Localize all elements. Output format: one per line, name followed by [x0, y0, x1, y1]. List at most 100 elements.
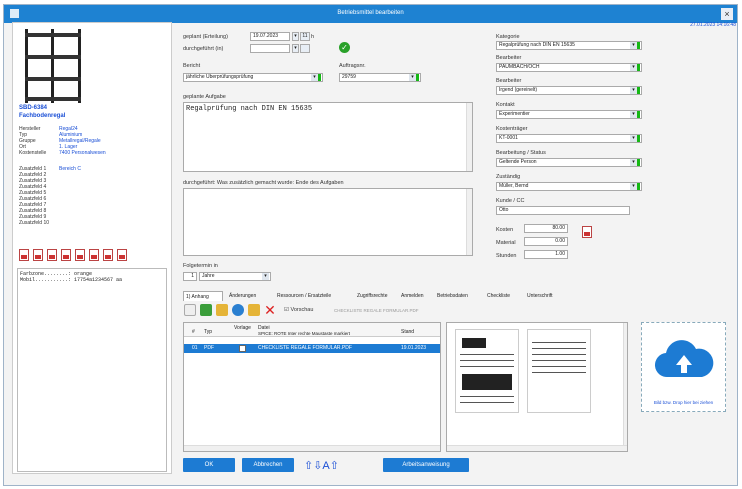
scrollbar[interactable] [466, 189, 472, 255]
kontakt-label: Kontakt [496, 102, 515, 108]
auftrag-select[interactable]: 29759 ▾ [339, 73, 421, 82]
pdf-icon[interactable] [103, 249, 113, 261]
calculator-icon[interactable] [582, 226, 592, 238]
item-name: Fachbodenregal [19, 113, 66, 119]
stunden-label: Stunden [496, 253, 517, 259]
durchgefuehrt-time-input[interactable] [300, 44, 310, 53]
col-subheader: SPICE: ROTE Inter rechte Maustaste marki… [258, 331, 351, 336]
scan-icon[interactable] [232, 304, 244, 316]
kunde-input[interactable]: Otto [496, 206, 630, 215]
material-input[interactable]: 0.00 [524, 237, 568, 246]
date-picker-button[interactable]: ▾ [292, 32, 299, 41]
prioritaet-select[interactable]: Irgend (gereinelt) ▾ [496, 86, 642, 95]
pdf-icon[interactable] [89, 249, 99, 261]
bearbeitung-select[interactable]: Geltende Person ▾ [496, 158, 642, 167]
tab-betriebsdaten[interactable]: Betriebsdaten [437, 291, 468, 301]
preview-page-1[interactable] [455, 329, 519, 413]
vorschau-checkbox[interactable]: ☑ Vorschau [284, 307, 313, 313]
kategorie-select[interactable]: Regalprüfung nach DIN EN 15635 ▾ [496, 41, 642, 50]
tab-ressourcen[interactable]: Ressourcen / Ersatzteile [277, 291, 331, 301]
geplant-date-input[interactable]: 19.07.2023 [250, 32, 290, 41]
pdf-icon[interactable] [61, 249, 71, 261]
kostentraeger-label: Kostenträger [496, 126, 528, 132]
kunde-label: Kunde / CC [496, 198, 525, 204]
tab-anmelden[interactable]: Anmelden [401, 291, 424, 301]
durchgefuehrt-date-input[interactable] [250, 44, 290, 53]
vorbehalt-select[interactable]: jährliche Überprüfungsprüfung ▾ [183, 73, 323, 82]
auftrag-label: Auftragsnr. [339, 63, 366, 69]
geplant-label: geplant (Erteilung) [183, 34, 228, 40]
timestamp: 27.01.2023 14:16:48 [690, 22, 736, 28]
drop-text: Bild bzw. Drop hier bei ziehen [653, 400, 714, 405]
intervall-label: Folgetermin in [183, 263, 218, 269]
pdf-icon[interactable] [47, 249, 57, 261]
drop-zone[interactable]: Bild bzw. Drop hier bei ziehen [641, 322, 726, 412]
kosten-label: Kosten [496, 227, 514, 233]
pdf-icon[interactable] [75, 249, 85, 261]
open-folder-icon[interactable] [248, 304, 260, 316]
upload-download-icons[interactable]: ⇧⇩A⇧ [304, 459, 339, 472]
time-unit-label: h [311, 34, 315, 40]
window-title: Betriebsmittel bearbeiten [337, 10, 404, 16]
col-typ: Typ [204, 329, 213, 335]
pdf-icon[interactable] [117, 249, 127, 261]
vorbehalt-label: Bericht [183, 63, 201, 69]
kosten-input[interactable]: 80.00 [524, 224, 568, 233]
kostentraeger-select[interactable]: KT-0001 ▾ [496, 134, 642, 143]
scrollbar[interactable] [466, 103, 472, 171]
path-hint: CHECKLISTE REGALE FORMULAR.PDF [334, 308, 419, 313]
zustaendig-select[interactable]: Müller, Bernd ▾ [496, 182, 642, 191]
cloud-upload-icon [654, 340, 714, 378]
check-ok-icon[interactable]: ✓ [339, 42, 350, 53]
ergebnis-label: durchgeführt: Was zusätzlich gemacht wur… [183, 180, 344, 186]
ergebnis-textarea[interactable] [183, 188, 473, 256]
kontakt-select[interactable]: Experimentier ▾ [496, 110, 642, 119]
zustaendig-label: Zuständig [496, 174, 521, 180]
horizontal-scrollbar[interactable] [184, 445, 440, 451]
table-header: # Typ Vorlage Datei SPICE: ROTE Inter re… [184, 323, 440, 337]
material-label: Material [496, 240, 516, 246]
aufgabe-textarea[interactable]: Regalprüfung nach DIN EN 15635 [183, 102, 473, 172]
notes-box[interactable]: Farbzone........: orange Mobil..........… [17, 268, 167, 472]
note-line: Mobil...........: 17754a1234567 aa [20, 277, 123, 283]
tab-checkliste[interactable]: Checkliste [487, 291, 510, 301]
intervall-number-input[interactable]: 1 [183, 272, 197, 281]
close-button[interactable]: × [721, 8, 733, 20]
new-file-icon[interactable] [184, 304, 196, 316]
item-image [25, 29, 81, 103]
ok-button[interactable]: OK [183, 458, 235, 472]
folder-icon[interactable] [216, 304, 228, 316]
stunden-input[interactable]: 1.00 [524, 250, 568, 259]
delete-icon[interactable]: ✕ [264, 303, 276, 317]
tab-zugriffsrechte[interactable]: Zugriffsrechte [357, 291, 387, 301]
title-bar: Betriebsmittel bearbeiten × [4, 5, 737, 23]
tab-anhang[interactable]: 1) Anhang [183, 291, 223, 301]
tab-bar: 1) Anhang Änderungen Ressourcen / Ersatz… [183, 291, 583, 301]
aufgabe-text: Regalprüfung nach DIN EN 15635 [186, 105, 313, 113]
abbrechen-button[interactable]: Abbrechen [242, 458, 294, 472]
tab-aenderungen[interactable]: Änderungen [229, 291, 256, 301]
col-stand: Stand [401, 329, 415, 335]
col-vorlage: Vorlage [234, 325, 251, 331]
durchgefuehrt-label: durchgeführt (in) [183, 46, 224, 52]
table-row[interactable]: 01 PDF CHECKLISTE REGALE FORMULAR.PDF 19… [184, 344, 440, 353]
geplant-time-input[interactable]: 11 [300, 32, 310, 41]
preview-scrollbar[interactable] [623, 323, 627, 451]
intervall-unit-select[interactable]: Jahre ▾ [199, 272, 271, 281]
date-picker-button[interactable]: ▾ [292, 44, 299, 53]
item-number: SBD-6384 [19, 105, 48, 111]
preview-page-2[interactable] [527, 329, 591, 413]
pdf-icon[interactable] [19, 249, 29, 261]
pdf-icon[interactable] [33, 249, 43, 261]
excel-icon[interactable] [200, 304, 212, 316]
vorlage-checkbox[interactable] [239, 345, 246, 352]
col-num: # [192, 329, 195, 335]
arbeitsanweisung-button[interactable]: Arbeitsanweisung [383, 458, 469, 472]
extra-field: Zusatzfeld 10 [19, 220, 50, 226]
preview-panel [446, 322, 628, 452]
bearbeiter-select[interactable]: PAUMBACH/OCH ▾ [496, 63, 642, 72]
item-panel: SBD-6384 Fachbodenregal Hersteller Regal2… [12, 22, 172, 474]
preview-hscrollbar[interactable] [447, 445, 627, 451]
tab-unterschrift[interactable]: Unterschrift [527, 291, 553, 301]
prioritaet-label: Bearbeiter [496, 78, 522, 84]
